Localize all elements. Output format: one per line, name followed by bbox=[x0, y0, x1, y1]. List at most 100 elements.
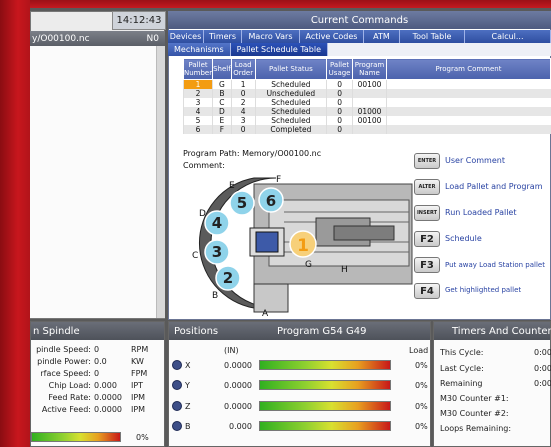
table-cell: 0 bbox=[230, 89, 256, 98]
subtab-pallet-schedule-table[interactable]: Pallet Schedule Table bbox=[230, 43, 329, 56]
table-cell: 2 bbox=[182, 89, 213, 98]
table-cell bbox=[385, 79, 551, 89]
pallet-number: 3 bbox=[212, 243, 222, 261]
load-header: Load bbox=[409, 346, 429, 355]
spindle-load-percent: 0% bbox=[136, 433, 149, 442]
axis-icon[interactable] bbox=[172, 421, 182, 431]
table-cell: 0 bbox=[326, 125, 353, 134]
tab-active-codes[interactable]: Active Codes bbox=[300, 30, 364, 43]
active-pallet-number: 1 bbox=[297, 236, 309, 256]
spindle-power-unit: KW bbox=[131, 357, 144, 366]
table-row[interactable]: 4 D 4 Scheduled 0 01000 bbox=[182, 107, 551, 116]
shelf-letter: F bbox=[276, 175, 281, 185]
shelf-letter: B bbox=[212, 291, 218, 301]
alter-key[interactable]: ALTER bbox=[414, 179, 440, 195]
table-cell: 00100 bbox=[352, 79, 387, 89]
table-cell: Scheduled bbox=[254, 79, 327, 89]
program-file-row[interactable]: y/O00100.nc N0 bbox=[30, 31, 165, 46]
axis-icon[interactable] bbox=[172, 380, 182, 390]
table-cell: 1 bbox=[230, 79, 256, 89]
axis-load-bar-z bbox=[259, 401, 391, 411]
spindle-load-bar bbox=[31, 432, 121, 442]
insert-key[interactable]: INSERT bbox=[414, 205, 440, 221]
feed-rate-label: Feed Rate: bbox=[48, 393, 91, 402]
positions-program: Program G54 G49 bbox=[277, 325, 367, 337]
f4-key[interactable]: F4 bbox=[414, 283, 440, 299]
tab-devices[interactable]: Devices bbox=[168, 30, 204, 43]
last-cycle-label: Last Cycle: bbox=[440, 364, 484, 373]
col-program-name: Program Name bbox=[352, 58, 387, 80]
table-cell bbox=[352, 125, 387, 134]
operator-station bbox=[253, 283, 289, 313]
current-commands-title: Current Commands bbox=[168, 11, 551, 29]
axis-position-z: 0.0000 bbox=[224, 402, 252, 411]
table-row[interactable]: 2 B 0 Unscheduled 0 bbox=[182, 89, 551, 98]
last-cycle-value: 0:00 bbox=[534, 364, 551, 373]
chip-load-unit: IPT bbox=[131, 381, 144, 390]
axis-icon[interactable] bbox=[172, 360, 182, 370]
table-cell: 5 bbox=[182, 116, 213, 125]
f2-key[interactable]: F2 bbox=[414, 231, 440, 247]
col-pallet-usage: Pallet Usage bbox=[326, 58, 354, 80]
schedule-action[interactable]: Schedule bbox=[445, 234, 482, 243]
positions-header: Positions Program G54 G49 bbox=[169, 322, 430, 340]
axis-load-x: 0% bbox=[415, 361, 428, 370]
tab-calculator[interactable]: Calcul... bbox=[465, 30, 551, 43]
table-row[interactable]: 3 C 2 Scheduled 0 bbox=[182, 98, 551, 107]
table-row[interactable]: 5 E 3 Scheduled 0 00100 bbox=[182, 116, 551, 125]
remaining-value: 0:00 bbox=[534, 379, 551, 388]
load-pallet-action[interactable]: Load Pallet and Program bbox=[445, 182, 543, 191]
program-scrollbar[interactable] bbox=[156, 46, 165, 318]
tab-atm[interactable]: ATM bbox=[364, 30, 400, 43]
surface-speed-label: rface Speed: bbox=[40, 369, 91, 378]
this-cycle-value: 0:00 bbox=[534, 348, 551, 357]
get-highlighted-pallet-action[interactable]: Get highlighted pallet bbox=[445, 286, 521, 294]
shelf-letter: E bbox=[229, 181, 235, 191]
active-feed-value: 0.0000 bbox=[94, 405, 122, 414]
program-listing[interactable] bbox=[30, 46, 165, 318]
col-shelf: Shelf bbox=[212, 58, 232, 80]
run-loaded-pallet-action[interactable]: Run Loaded Pallet bbox=[445, 208, 517, 217]
clock: 14:12:43 bbox=[112, 11, 166, 30]
table-cell: 1 bbox=[182, 79, 213, 89]
axis-icon[interactable] bbox=[172, 401, 182, 411]
table-cell: 01000 bbox=[352, 107, 387, 116]
spindle-speed-label: pindle Speed: bbox=[36, 345, 91, 354]
table-cell: 6 bbox=[182, 125, 213, 134]
spindle-speed-value: 0 bbox=[94, 345, 100, 354]
put-away-pallet-action[interactable]: Put away Load Station pallet bbox=[445, 261, 545, 269]
axis-name-z: Z bbox=[185, 402, 191, 411]
shelf-letter: A bbox=[262, 309, 269, 318]
subtab-mechanisms[interactable]: Mechanisms bbox=[168, 43, 231, 56]
col-pallet-number: Pallet Number bbox=[182, 58, 214, 80]
axis-load-bar-x bbox=[259, 360, 391, 370]
f3-key[interactable]: F3 bbox=[414, 257, 440, 273]
table-cell: 4 bbox=[182, 107, 213, 116]
spindle-power-value: 0.0 bbox=[94, 357, 107, 366]
tab-tool-table[interactable]: Tool Table bbox=[400, 30, 465, 43]
table-cell: 0 bbox=[326, 89, 353, 98]
table-cell: Completed bbox=[254, 125, 327, 134]
table-cell: 0 bbox=[326, 79, 353, 89]
user-comment-action[interactable]: User Comment bbox=[445, 156, 505, 165]
table-cell: 2 bbox=[230, 98, 256, 107]
table-row[interactable]: 1 G 1 Scheduled 0 00100 bbox=[182, 79, 551, 89]
table-cell: 3 bbox=[182, 98, 213, 107]
chip-load-value: 0.000 bbox=[94, 381, 117, 390]
table-cell: Scheduled bbox=[254, 116, 327, 125]
table-cell: 00100 bbox=[352, 116, 387, 125]
table-cell bbox=[352, 89, 387, 98]
program-file-name: y/O00100.nc bbox=[32, 33, 90, 44]
tab-timers[interactable]: Timers bbox=[204, 30, 242, 43]
col-load-order: Load Order bbox=[230, 58, 256, 80]
device-subtabs: Mechanisms Pallet Schedule Table bbox=[168, 43, 551, 56]
current-commands-tabs: Devices Timers Macro Vars Active Codes A… bbox=[168, 30, 551, 43]
positions-units: (IN) bbox=[224, 346, 239, 355]
enter-key[interactable]: ENTER bbox=[414, 153, 440, 169]
table-cell: G bbox=[212, 79, 232, 89]
shelf-letter: C bbox=[192, 251, 198, 261]
table-row[interactable]: 6 F 0 Completed 0 bbox=[182, 125, 551, 134]
tab-macro-vars[interactable]: Macro Vars bbox=[242, 30, 300, 43]
axis-load-bar-b bbox=[259, 421, 391, 431]
positions-panel: Positions Program G54 G49 (IN) Load X 0.… bbox=[168, 321, 431, 447]
